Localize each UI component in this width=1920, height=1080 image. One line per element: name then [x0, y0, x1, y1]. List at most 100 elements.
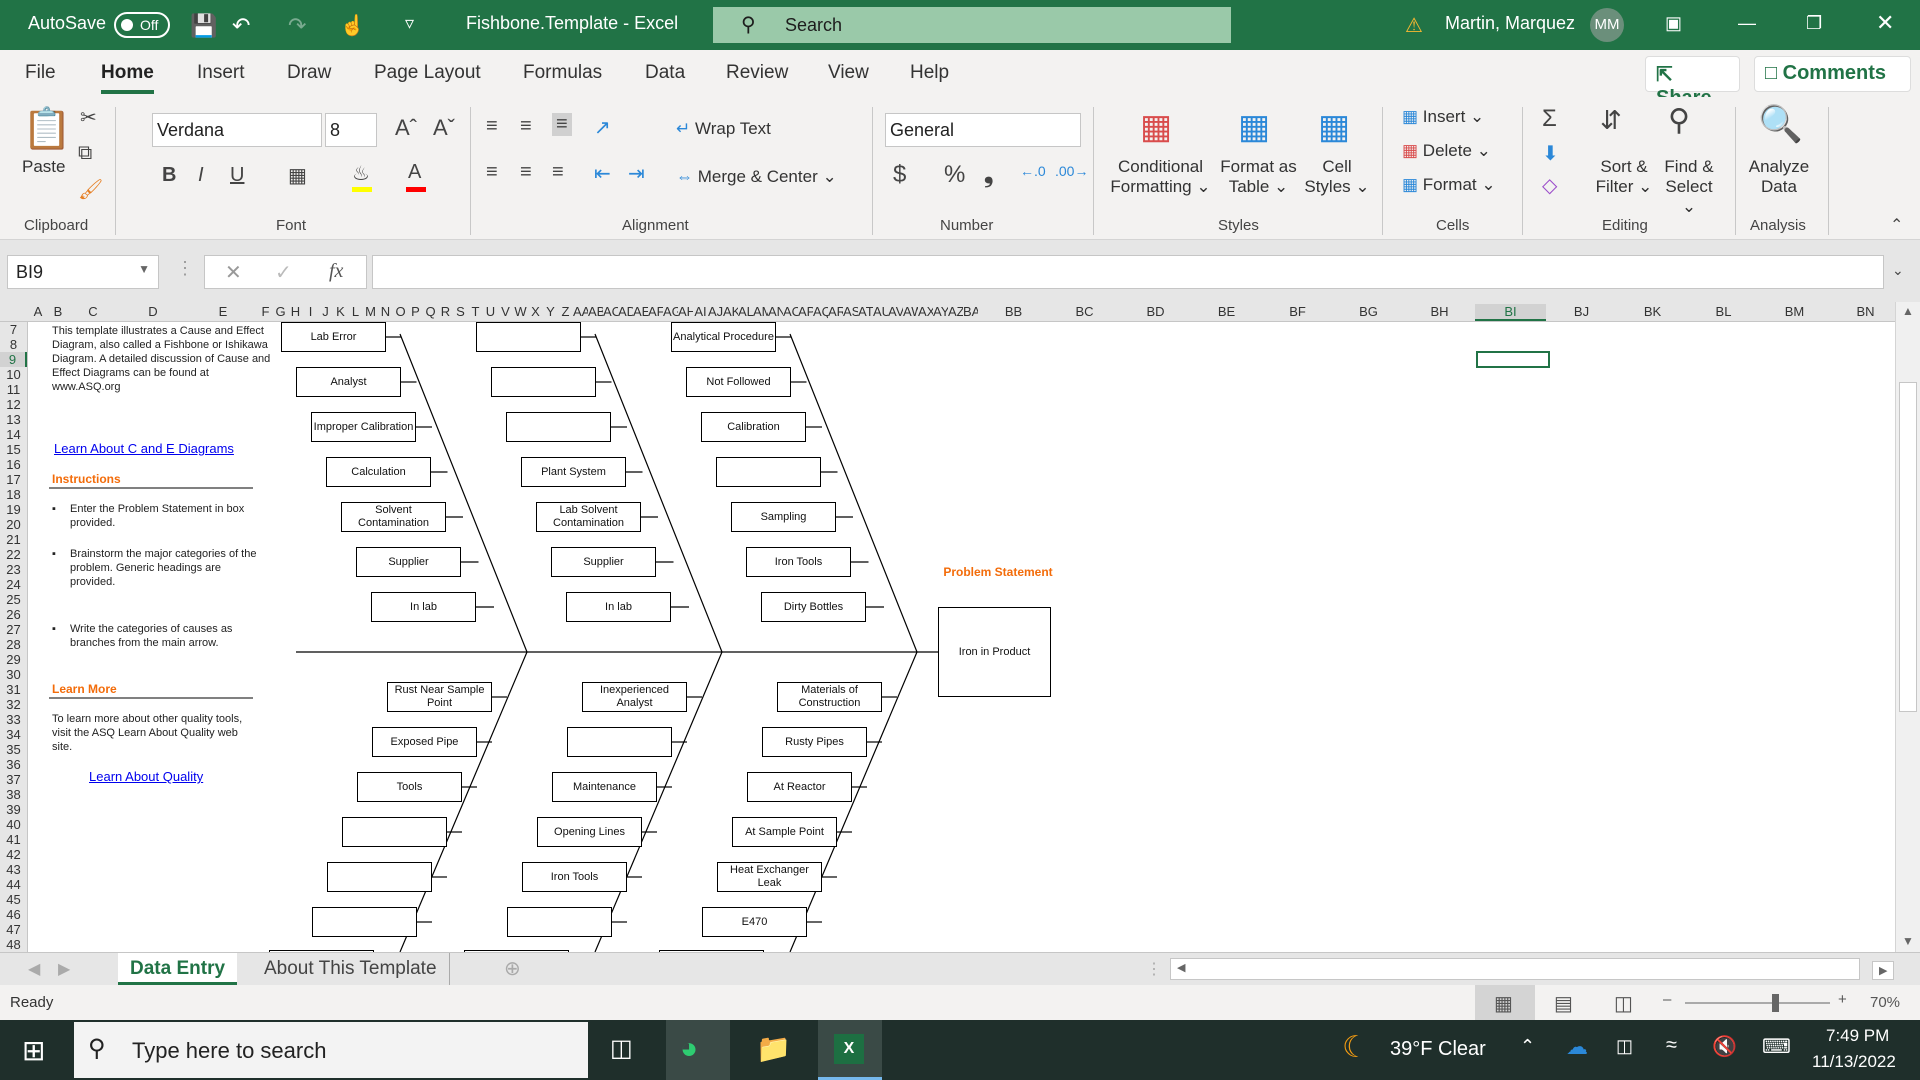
column-header-ar[interactable]: AR — [828, 304, 843, 319]
comments-button[interactable]: □ Comments — [1754, 56, 1911, 92]
insert-function-icon[interactable]: fx — [329, 260, 343, 283]
column-header-q[interactable]: Q — [423, 304, 438, 319]
column-header-ao[interactable]: AO — [783, 304, 798, 319]
sort-filter-icon[interactable]: ⇵ — [1600, 105, 1622, 136]
column-header-bc[interactable]: BC — [1049, 304, 1120, 319]
column-header-k[interactable]: K — [333, 304, 348, 319]
collapse-ribbon-icon[interactable]: ⌃ — [1890, 215, 1903, 235]
column-header-at[interactable]: AT — [858, 304, 873, 319]
cause-box[interactable]: Materials of Construction — [777, 682, 882, 712]
column-header-be[interactable]: BE — [1191, 304, 1262, 319]
row-header-11[interactable]: 11 — [0, 382, 27, 397]
warning-icon[interactable]: ⚠ — [1405, 13, 1423, 38]
scroll-right-icon[interactable]: ▶ — [1872, 961, 1895, 980]
column-header-ba[interactable]: BA — [963, 304, 978, 319]
cancel-icon[interactable]: ✕ — [225, 260, 242, 285]
column-header-ap[interactable]: AP — [798, 304, 813, 319]
tab-draw[interactable]: Draw — [287, 62, 331, 84]
row-header-20[interactable]: 20 — [0, 517, 27, 532]
cause-box[interactable]: In lab — [566, 592, 671, 622]
row-header-31[interactable]: 31 — [0, 682, 27, 697]
cause-box[interactable]: Not Followed — [686, 367, 791, 397]
customize-qat-icon[interactable]: ▿ — [405, 13, 414, 34]
user-name[interactable]: Martin, Marquez — [1445, 13, 1575, 34]
number-format-select[interactable]: General — [885, 113, 1081, 147]
row-header-42[interactable]: 42 — [0, 847, 27, 862]
bold-button[interactable]: B — [162, 164, 176, 187]
row-header-19[interactable]: 19 — [0, 502, 27, 517]
decrease-indent-icon[interactable]: ⇤ — [594, 161, 611, 186]
volume-muted-icon[interactable]: 🔇 — [1712, 1034, 1737, 1059]
insert-cells-button[interactable]: ▦ Insert ⌄ — [1402, 107, 1484, 127]
row-header-36[interactable]: 36 — [0, 757, 27, 772]
cause-box[interactable] — [506, 412, 611, 442]
clock-time[interactable]: 7:49 PM — [1826, 1026, 1889, 1046]
zoom-level[interactable]: 70% — [1870, 994, 1900, 1011]
cut-icon[interactable]: ✂ — [80, 105, 97, 130]
paste-button[interactable]: Paste — [22, 157, 65, 177]
column-header-ae[interactable]: AE — [633, 304, 648, 319]
column-header-ax[interactable]: AX — [918, 304, 933, 319]
analyze-data-button[interactable]: Analyze Data — [1744, 157, 1814, 197]
column-header-o[interactable]: O — [393, 304, 408, 319]
column-header-bb[interactable]: BB — [978, 304, 1049, 319]
row-header-14[interactable]: 14 — [0, 427, 27, 442]
delete-cells-button[interactable]: ▦ Delete ⌄ — [1402, 141, 1491, 161]
vertical-scroll-thumb[interactable] — [1899, 382, 1917, 712]
row-header-45[interactable]: 45 — [0, 892, 27, 907]
formula-input[interactable] — [372, 255, 1884, 289]
row-header-12[interactable]: 12 — [0, 397, 27, 412]
column-header-bm[interactable]: BM — [1759, 304, 1830, 319]
excel-icon[interactable]: X — [834, 1034, 864, 1064]
cause-box[interactable]: Rusty Pipes — [762, 727, 867, 757]
cause-box[interactable]: Plant System — [521, 457, 626, 487]
column-header-bi[interactable]: BI — [1475, 304, 1546, 321]
row-header-43[interactable]: 43 — [0, 862, 27, 877]
copy-icon[interactable]: ⧉ — [78, 142, 92, 165]
column-header-z[interactable]: Z — [558, 304, 573, 319]
row-header-22[interactable]: 22 — [0, 547, 27, 562]
cause-box[interactable]: Analytical Procedure — [671, 322, 776, 352]
undo-icon[interactable]: ↶ — [232, 13, 250, 39]
column-header-bj[interactable]: BJ — [1546, 304, 1617, 319]
column-header-g[interactable]: G — [273, 304, 288, 319]
cause-box[interactable]: Calibration — [701, 412, 806, 442]
conditional-formatting-icon[interactable]: ▦ — [1140, 107, 1172, 147]
task-view-icon[interactable]: ◫ — [610, 1034, 633, 1063]
cause-box[interactable]: Tools — [357, 772, 462, 802]
cause-box[interactable]: Solvent Contamination — [341, 502, 446, 532]
row-header-28[interactable]: 28 — [0, 637, 27, 652]
column-header-as[interactable]: AS — [843, 304, 858, 319]
sheet-tab-data-entry[interactable]: Data Entry — [118, 953, 238, 985]
column-header-ai[interactable]: AI — [693, 304, 708, 319]
column-header-r[interactable]: R — [438, 304, 453, 319]
column-header-au[interactable]: AU — [873, 304, 888, 319]
decrease-font-icon[interactable]: Aˇ — [433, 115, 455, 141]
column-header-w[interactable]: W — [513, 304, 528, 319]
tab-review[interactable]: Review — [726, 62, 788, 84]
format-as-table-button[interactable]: Format as Table ⌄ — [1216, 157, 1301, 197]
sheet-tab-about[interactable]: About This Template — [252, 953, 450, 985]
column-header-v[interactable]: V — [498, 304, 513, 319]
splitter-icon[interactable]: ⋮ — [1146, 959, 1162, 979]
add-sheet-icon[interactable]: ⊕ — [504, 956, 521, 981]
cause-box[interactable]: Lab Error — [281, 322, 386, 352]
file-explorer-icon[interactable]: 📁 — [756, 1032, 791, 1065]
row-header-40[interactable]: 40 — [0, 817, 27, 832]
font-name-select[interactable]: Verdana — [152, 113, 322, 147]
column-header-aa[interactable]: AA — [573, 304, 588, 319]
share-button[interactable]: ⇱ Share — [1645, 56, 1740, 109]
autosum-icon[interactable]: Σ — [1542, 105, 1557, 133]
tab-view[interactable]: View — [828, 62, 869, 84]
cause-box[interactable]: Dirty Bottles — [761, 592, 866, 622]
cause-box[interactable]: At Reactor — [747, 772, 852, 802]
battery-icon[interactable]: ◫ — [1616, 1036, 1633, 1057]
column-header-bh[interactable]: BH — [1404, 304, 1475, 319]
row-header-10[interactable]: 10 — [0, 367, 27, 382]
ribbon-display-icon[interactable]: ▣ — [1665, 13, 1682, 34]
cause-box[interactable] — [476, 322, 581, 352]
column-header-aj[interactable]: AJ — [708, 304, 723, 319]
cause-box[interactable]: Iron Tools — [746, 547, 851, 577]
column-header-n[interactable]: N — [378, 304, 393, 319]
italic-button[interactable]: I — [198, 164, 204, 187]
